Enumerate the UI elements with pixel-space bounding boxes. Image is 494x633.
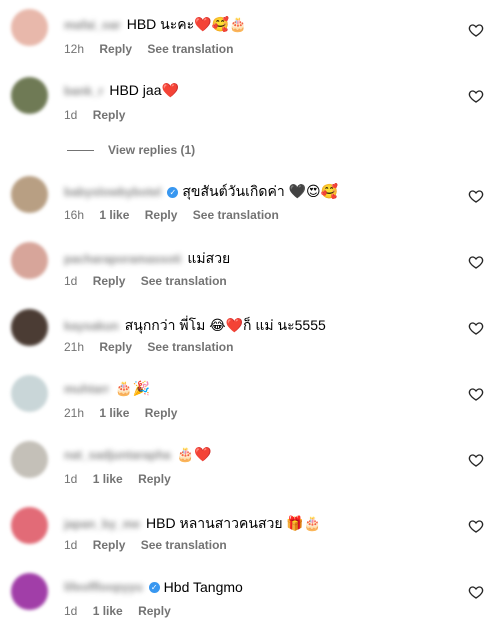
heart-outline-icon[interactable] bbox=[468, 452, 484, 468]
avatar[interactable] bbox=[11, 9, 48, 46]
comment-text: สนุกกว่า พี่โม 😂❤️ก็ แม่ นะ5555 bbox=[124, 317, 326, 333]
username[interactable]: nat_sadjuntarapha bbox=[64, 448, 171, 462]
comment-time: 21h bbox=[64, 406, 85, 420]
comment-text: HBD หลานสาวคนสวย 🎁🎂 bbox=[146, 515, 322, 531]
comment-time: 1d bbox=[64, 604, 78, 618]
comment-text: 🎂❤️ bbox=[176, 446, 212, 462]
view-replies-button[interactable]: View replies (1) bbox=[67, 143, 195, 157]
reply-button[interactable]: Reply bbox=[93, 274, 126, 288]
avatar[interactable] bbox=[11, 573, 48, 610]
reply-button[interactable]: Reply bbox=[99, 340, 132, 354]
reply-button[interactable]: Reply bbox=[93, 538, 126, 552]
see-translation-button[interactable]: See translation bbox=[193, 208, 279, 222]
username[interactable]: japan_by_me bbox=[64, 517, 140, 531]
verified-badge-icon: ✓ bbox=[167, 186, 179, 198]
see-translation-button[interactable]: See translation bbox=[147, 42, 233, 56]
reply-button[interactable]: Reply bbox=[138, 604, 171, 618]
comment-time: 12h bbox=[64, 42, 85, 56]
reply-button[interactable]: Reply bbox=[138, 472, 171, 486]
replies-divider bbox=[67, 149, 94, 151]
avatar[interactable] bbox=[11, 309, 48, 346]
likes-count[interactable]: 1 like bbox=[93, 604, 123, 618]
username[interactable]: kaysakun bbox=[64, 319, 119, 333]
heart-outline-icon[interactable] bbox=[468, 386, 484, 402]
heart-outline-icon[interactable] bbox=[468, 88, 484, 104]
verified-badge-icon: ✓ bbox=[148, 581, 160, 593]
likes-count[interactable]: 1 like bbox=[99, 208, 129, 222]
heart-outline-icon[interactable] bbox=[468, 320, 484, 336]
likes-count[interactable]: 1 like bbox=[93, 472, 123, 486]
heart-outline-icon[interactable] bbox=[468, 188, 484, 204]
username[interactable]: mafai_oar bbox=[64, 18, 121, 32]
see-translation-button[interactable]: See translation bbox=[147, 340, 233, 354]
comment-text: 🎂🎉 bbox=[115, 380, 151, 396]
username[interactable]: babyslowbybotel bbox=[64, 185, 161, 199]
avatar[interactable] bbox=[11, 375, 48, 412]
username[interactable]: muhtarr bbox=[64, 382, 109, 396]
see-translation-button[interactable]: See translation bbox=[141, 274, 227, 288]
heart-outline-icon[interactable] bbox=[468, 584, 484, 600]
heart-outline-icon[interactable] bbox=[468, 22, 484, 38]
comment-time: 1d bbox=[64, 472, 78, 486]
comment-time: 1d bbox=[64, 538, 78, 552]
comment-time: 1d bbox=[64, 274, 78, 288]
reply-button[interactable]: Reply bbox=[99, 42, 132, 56]
comment-text: HBD jaa❤️ bbox=[109, 82, 179, 98]
reply-button[interactable]: Reply bbox=[145, 406, 178, 420]
reply-button[interactable]: Reply bbox=[93, 108, 126, 122]
avatar[interactable] bbox=[11, 77, 48, 114]
comment-text: Hbd Tangmo bbox=[163, 579, 243, 595]
username[interactable]: lifeoffloopyyu bbox=[64, 580, 143, 594]
avatar[interactable] bbox=[11, 242, 48, 279]
heart-outline-icon[interactable] bbox=[468, 518, 484, 534]
comment-text: HBD นะคะ❤️🥰🎂 bbox=[126, 16, 247, 32]
avatar[interactable] bbox=[11, 176, 48, 213]
comment-time: 21h bbox=[64, 340, 85, 354]
comment-time: 16h bbox=[64, 208, 85, 222]
reply-button[interactable]: Reply bbox=[145, 208, 178, 222]
username[interactable]: pacharaporamassoti bbox=[64, 252, 181, 266]
likes-count[interactable]: 1 like bbox=[99, 406, 129, 420]
username[interactable]: bank_r bbox=[64, 84, 103, 98]
avatar[interactable] bbox=[11, 507, 48, 544]
comment-time: 1d bbox=[64, 108, 78, 122]
view-replies-label: View replies (1) bbox=[108, 143, 196, 157]
comment-text: สุขสันต์วันเกิดค่า 🖤😍🥰 bbox=[182, 183, 339, 199]
see-translation-button[interactable]: See translation bbox=[141, 538, 227, 552]
avatar[interactable] bbox=[11, 441, 48, 478]
heart-outline-icon[interactable] bbox=[468, 254, 484, 270]
comment-text: แม่สวย bbox=[187, 250, 231, 266]
